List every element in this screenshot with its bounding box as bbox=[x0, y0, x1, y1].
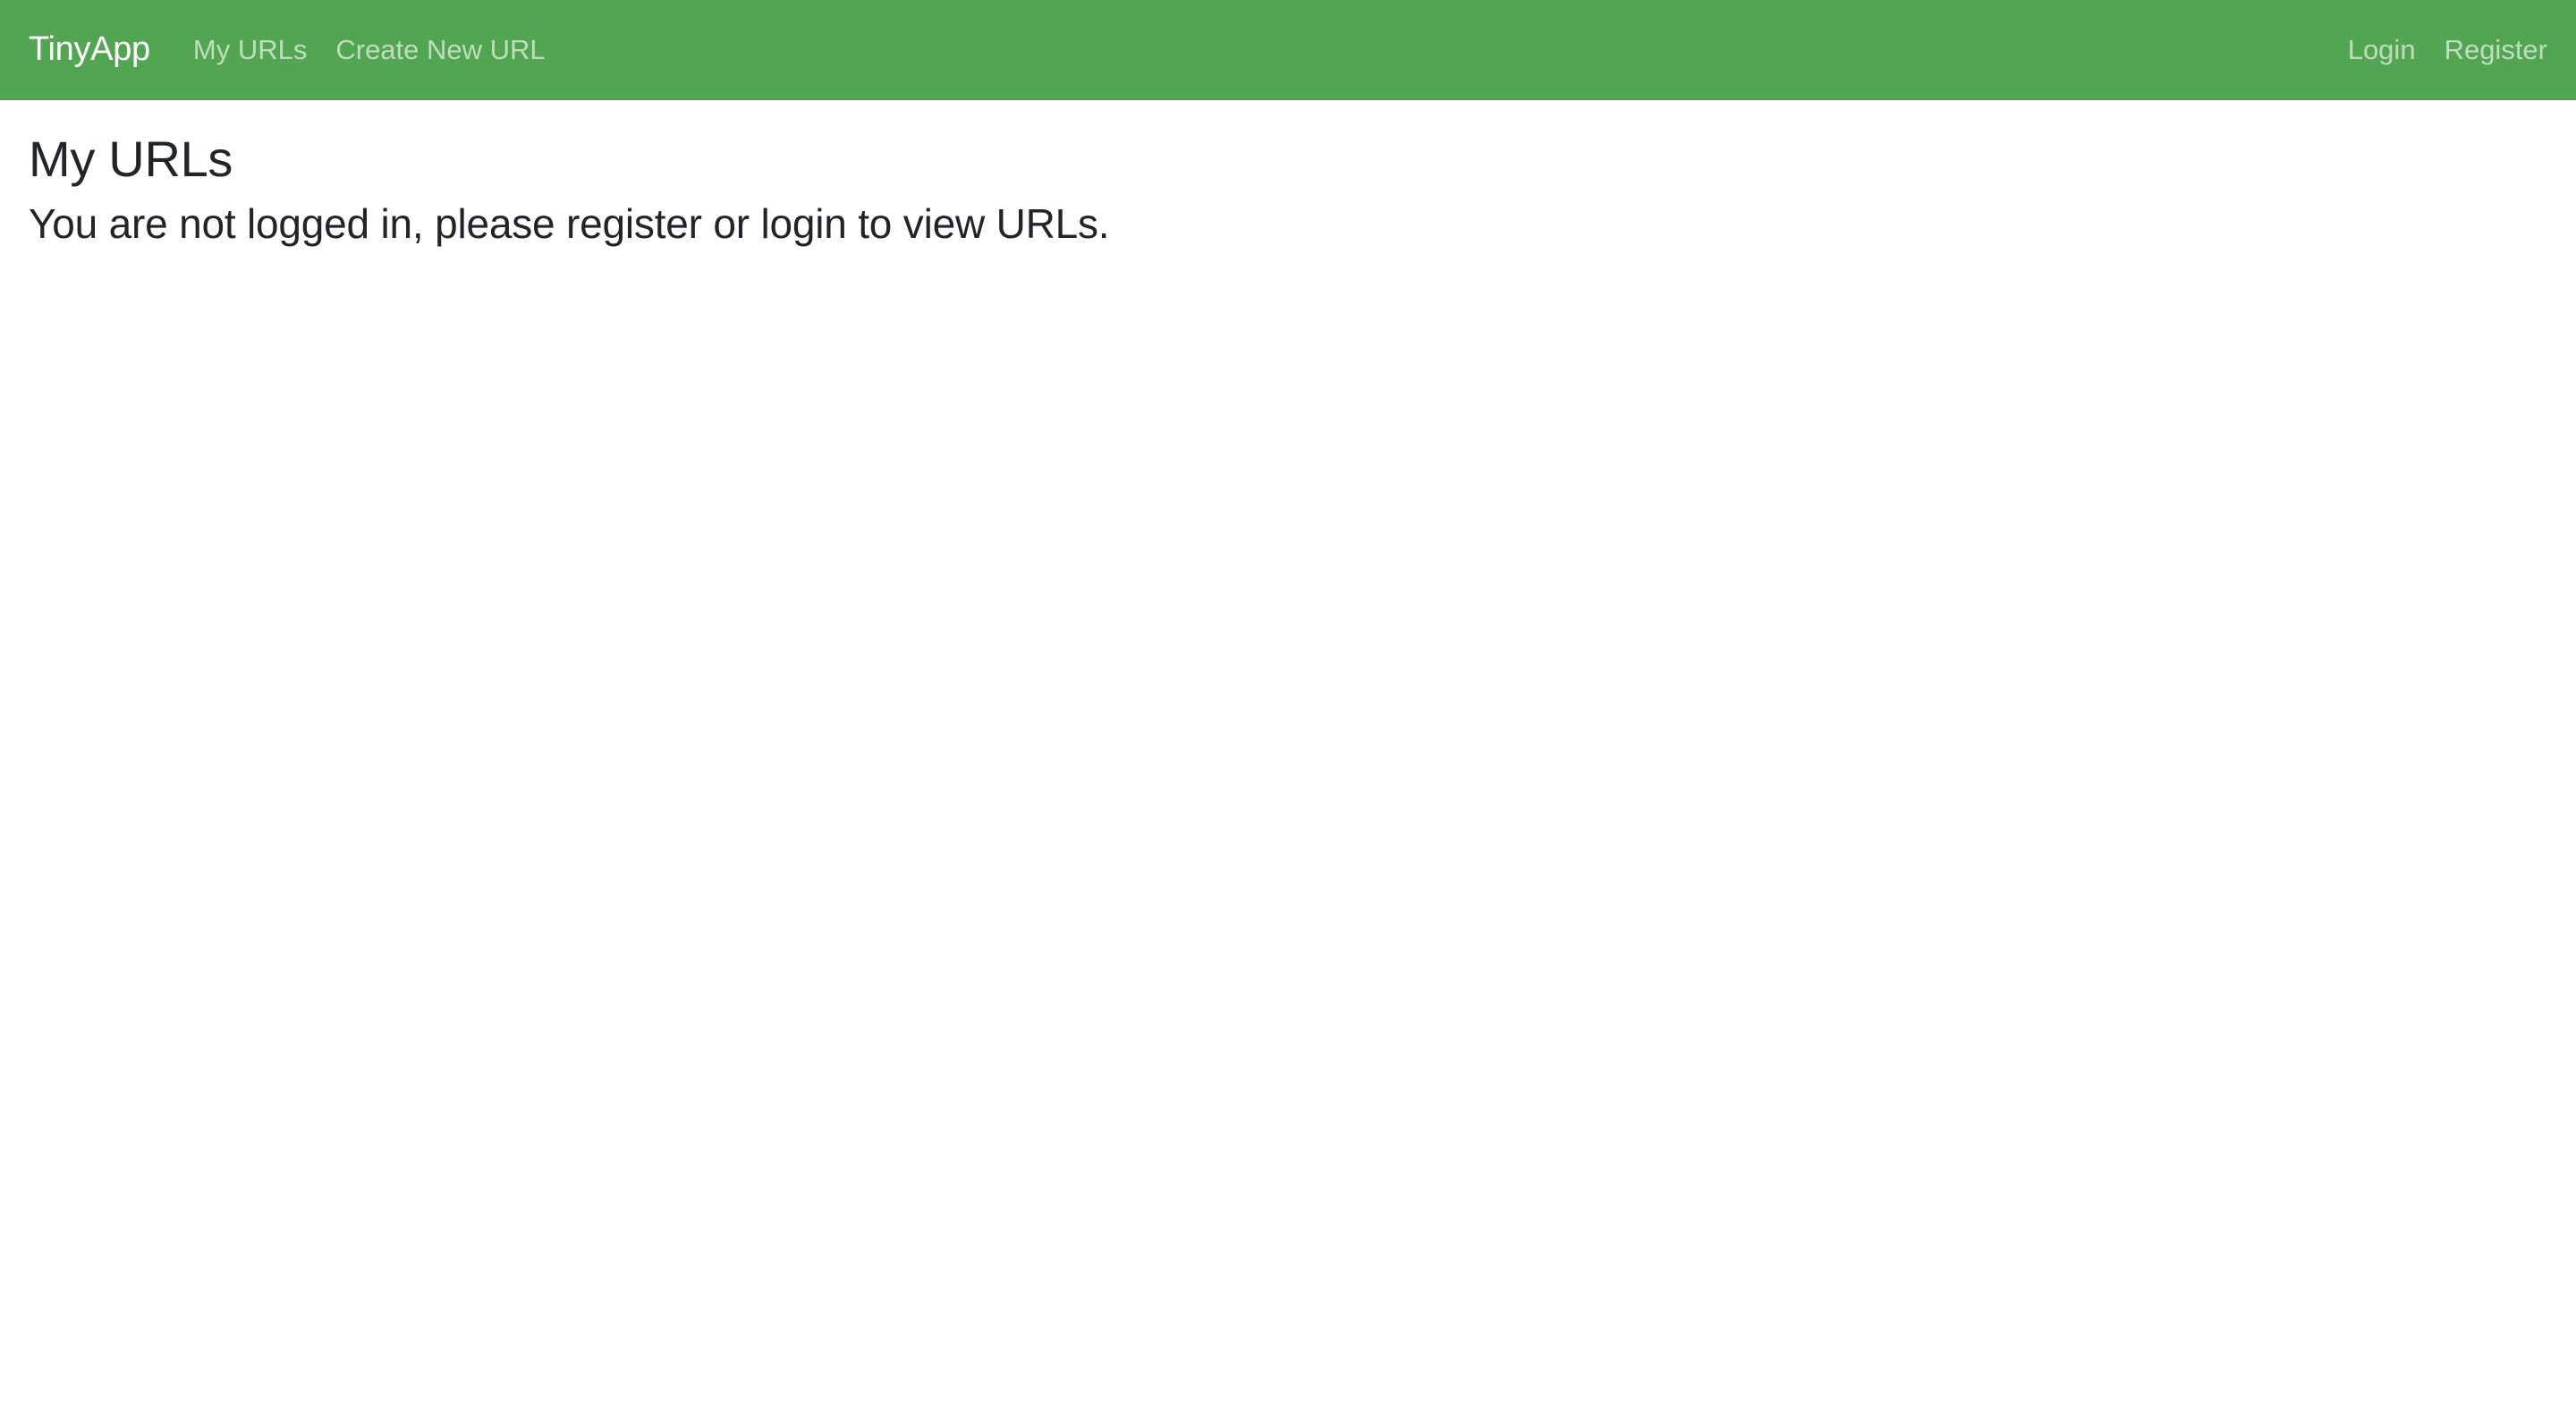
nav-link-login[interactable]: Login bbox=[2334, 34, 2430, 66]
top-navbar: TinyApp My URLs Create New URL Login Reg… bbox=[0, 0, 2576, 100]
nav-right-links: Login Register bbox=[2334, 34, 2547, 66]
nav-left-links: My URLs Create New URL bbox=[193, 34, 560, 66]
brand-link[interactable]: TinyApp bbox=[29, 30, 150, 69]
nav-link-create-new-url[interactable]: Create New URL bbox=[321, 34, 559, 66]
page: TinyApp My URLs Create New URL Login Reg… bbox=[0, 0, 2576, 1424]
nav-link-my-urls[interactable]: My URLs bbox=[193, 34, 321, 66]
page-title: My URLs bbox=[29, 131, 233, 187]
login-required-message: You are not logged in, please register o… bbox=[29, 200, 1110, 247]
nav-link-register[interactable]: Register bbox=[2430, 34, 2547, 66]
main-content: My URLs You are not logged in, please re… bbox=[29, 127, 2547, 252]
